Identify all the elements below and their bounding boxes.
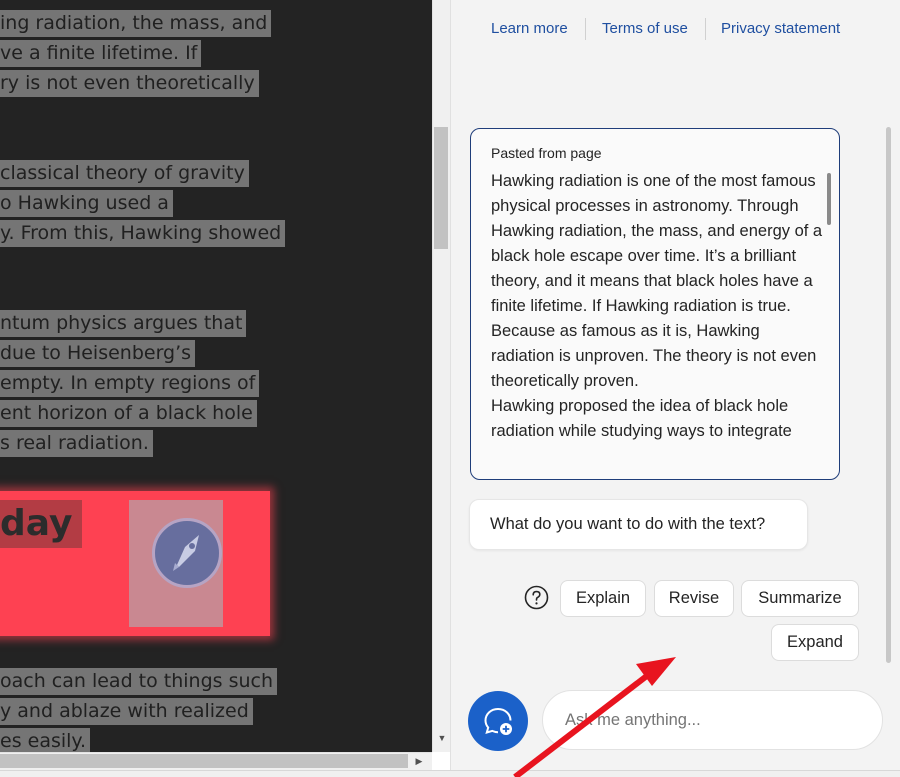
selected-text-line: empty. In empty regions of [0, 370, 260, 397]
selected-text-line: ry is not even theoretically [0, 70, 259, 97]
page-vertical-scroll-thumb[interactable] [434, 127, 448, 249]
selected-text-line: oach can lead to things such [0, 668, 278, 695]
pasted-text-content: Hawking radiation is one of the most fam… [491, 172, 823, 440]
learn-more-link[interactable]: Learn more [491, 19, 568, 39]
chat-add-icon [484, 708, 512, 735]
window-bottom-border [0, 770, 900, 777]
document-page: ing radiation, the mass, and ve a finite… [0, 0, 432, 752]
summarize-button[interactable]: Summarize [741, 580, 859, 617]
revise-button[interactable]: Revise [654, 580, 734, 617]
selected-text-line: es easily. [0, 728, 90, 752]
new-chat-button[interactable] [468, 691, 528, 751]
selected-text-line: s real radiation. [0, 430, 153, 457]
privacy-statement-link[interactable]: Privacy statement [721, 19, 840, 39]
page-vertical-scrollbar[interactable] [432, 0, 450, 752]
link-divider [585, 18, 586, 40]
banner-heading: day [0, 500, 83, 548]
selected-text-line: ntum physics argues that [0, 310, 247, 337]
pasted-label: Pasted from page [491, 145, 602, 161]
selected-text-line: due to Heisenberg’s [0, 340, 196, 367]
page-horizontal-scroll-thumb[interactable] [0, 754, 408, 768]
question-circle-icon[interactable] [524, 585, 549, 610]
terms-of-use-link[interactable]: Terms of use [602, 19, 688, 39]
assistant-question-bubble: What do you want to do with the text? [469, 499, 808, 550]
selected-text-line: o Hawking used a [0, 190, 173, 217]
selected-text-line: y and ablaze with realized [0, 698, 253, 725]
scroll-right-arrow-icon[interactable]: ▶ [412, 754, 426, 768]
selected-text-line: ing radiation, the mass, and [0, 10, 272, 37]
pasted-text-scrollbar[interactable] [827, 173, 831, 225]
selected-text-line: y. From this, Hawking showed [0, 220, 286, 247]
link-divider [705, 18, 706, 40]
pasted-text-card[interactable]: Pasted from page Hawking radiation is on… [470, 128, 840, 480]
expand-button[interactable]: Expand [771, 624, 859, 661]
panel-scrollbar[interactable] [886, 127, 891, 663]
explain-button[interactable]: Explain [560, 580, 646, 617]
selected-text-line: classical theory of gravity [0, 160, 249, 187]
selected-text-line: ent horizon of a black hole [0, 400, 257, 427]
rocket-icon [152, 518, 222, 588]
selected-text-line: ve a finite lifetime. If [0, 40, 202, 67]
scroll-down-arrow-icon[interactable]: ▼ [436, 732, 448, 744]
ask-input[interactable] [542, 690, 883, 750]
